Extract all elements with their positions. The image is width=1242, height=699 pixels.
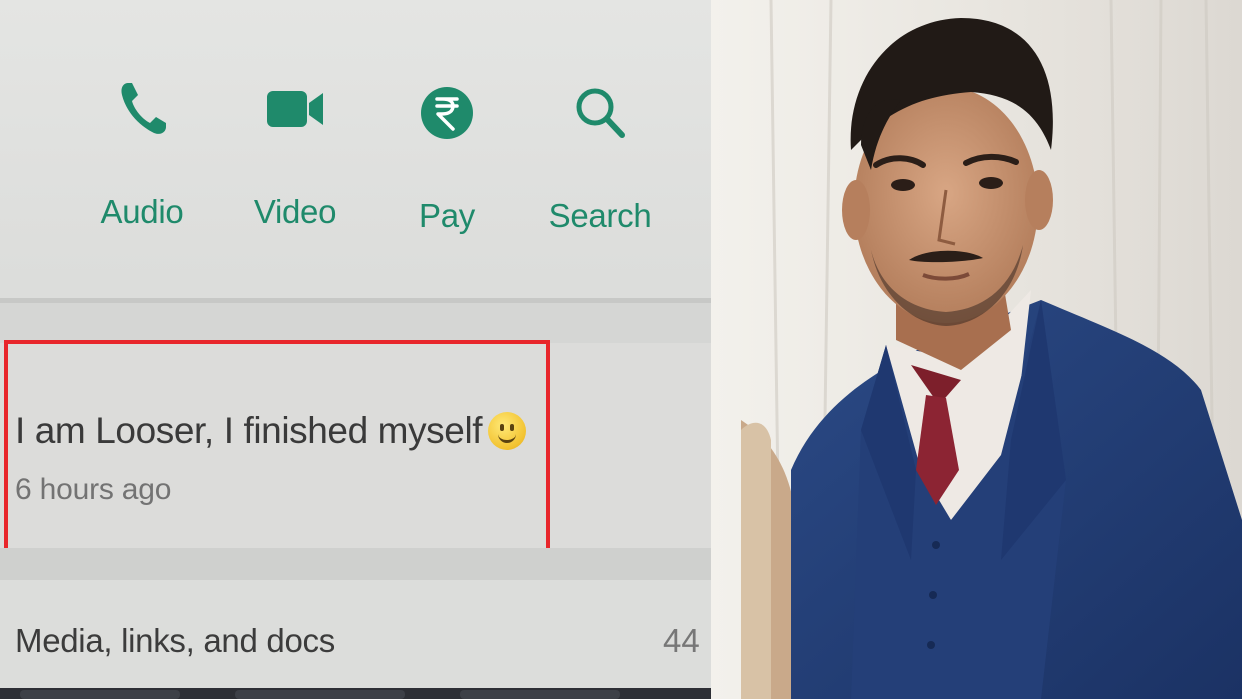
media-links-docs-label: Media, links, and docs: [15, 622, 335, 659]
chat-info-screenshot: Audio Video Pay Search I am Looser, I fi…: [0, 0, 711, 699]
man-in-suit-photo: [711, 0, 1242, 699]
phone-icon: [121, 83, 166, 134]
section-divider: [0, 548, 711, 580]
search-icon: [576, 88, 625, 138]
search-label: Search: [548, 197, 652, 234]
audio-label: Audio: [100, 193, 184, 230]
video-call-button[interactable]: Video: [220, 75, 370, 231]
portrait-photo: [711, 0, 1242, 699]
pay-button[interactable]: Pay: [372, 75, 522, 235]
section-gap: [0, 303, 711, 343]
video-label: Video: [253, 193, 337, 230]
thumbnail-strip: [0, 688, 711, 699]
video-camera-icon: [267, 91, 323, 127]
contact-action-bar: Audio Video Pay Search: [0, 0, 711, 300]
search-button[interactable]: Search: [525, 75, 675, 235]
red-highlight-box: [4, 340, 550, 553]
rupee-icon: [421, 87, 473, 139]
audio-call-button[interactable]: Audio: [67, 75, 217, 231]
pay-label: Pay: [419, 197, 475, 234]
media-count: 44: [663, 622, 700, 659]
